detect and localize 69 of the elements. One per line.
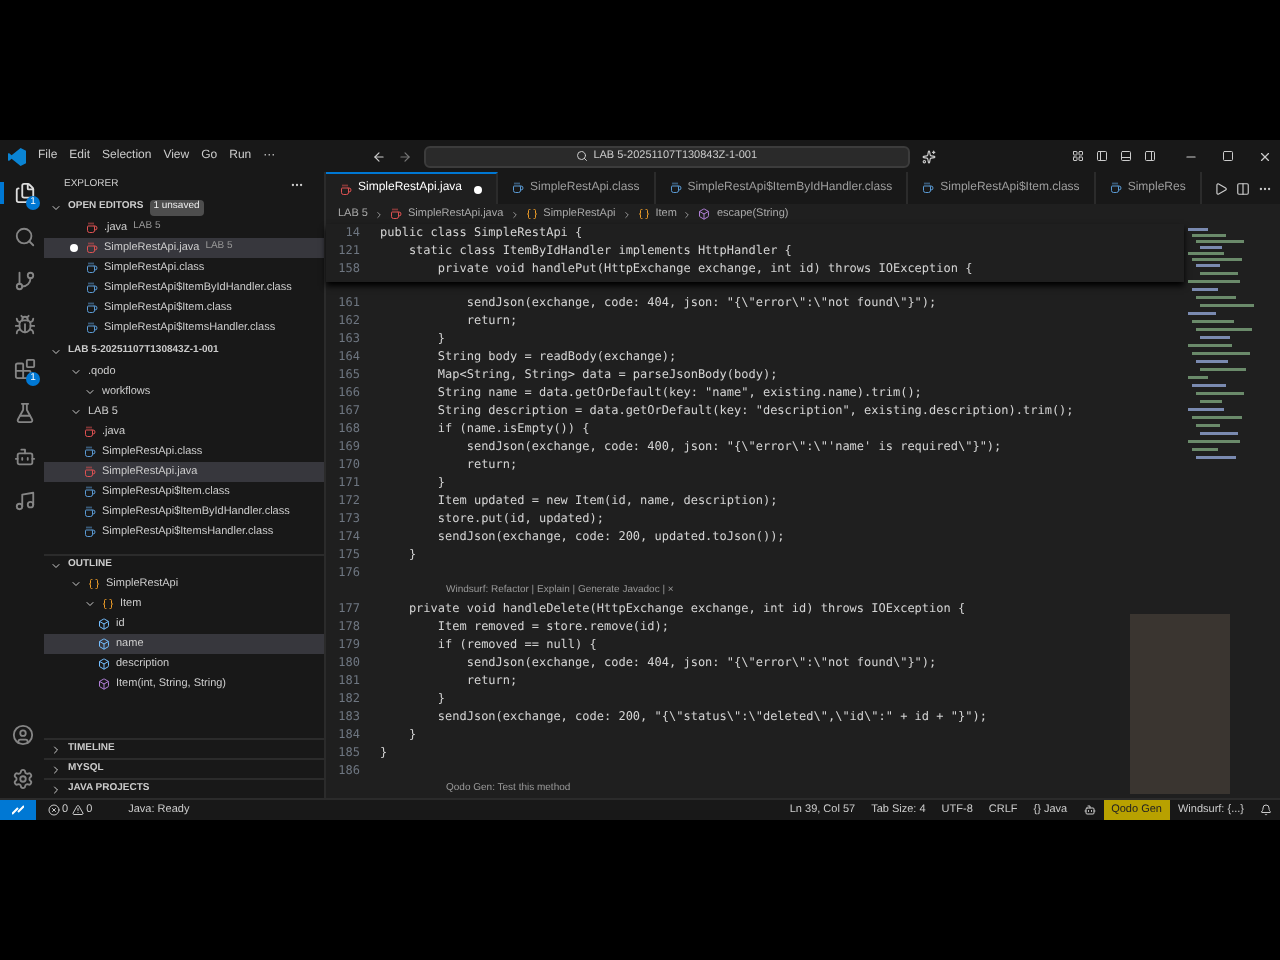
chevron-right-icon xyxy=(682,209,693,219)
blocks-icon xyxy=(13,358,35,380)
panel-bottom-icon[interactable] xyxy=(1120,150,1132,162)
split-editor-icon[interactable] xyxy=(1236,181,1250,195)
class-file-icon xyxy=(86,282,98,294)
branch-icon xyxy=(13,270,35,292)
chevron-down-icon[interactable] xyxy=(70,406,82,418)
chevron-down-icon[interactable] xyxy=(70,578,82,590)
bug-icon xyxy=(13,314,35,336)
chevron-down-icon xyxy=(50,346,62,358)
class-file-icon xyxy=(86,322,98,334)
panel-right-icon[interactable] xyxy=(1144,150,1156,162)
sparkle-icon[interactable] xyxy=(921,149,936,163)
forward-arrow-icon[interactable] xyxy=(397,149,412,163)
chevron-right-icon xyxy=(373,209,384,219)
class-file-icon xyxy=(84,446,96,458)
java-file-icon xyxy=(86,242,98,254)
class-file-icon xyxy=(669,182,682,194)
class-symbol-icon xyxy=(525,208,538,220)
files-icon xyxy=(13,182,35,204)
chevron-right-icon xyxy=(621,209,632,219)
music-note-icon xyxy=(13,490,35,512)
notification-bell-icon[interactable] xyxy=(1260,804,1272,816)
more-icon[interactable] xyxy=(290,178,304,192)
field-icon xyxy=(98,618,110,630)
class-symbol-icon xyxy=(102,598,114,610)
class-symbol-icon xyxy=(88,578,100,590)
chevron-down-icon xyxy=(50,202,62,214)
class-file-icon xyxy=(1109,182,1122,194)
class-file-icon xyxy=(84,486,96,498)
maximize-icon[interactable] xyxy=(1222,150,1234,162)
java-file-icon xyxy=(86,222,98,234)
class-file-icon xyxy=(84,526,96,538)
chevron-down-icon[interactable] xyxy=(84,386,96,398)
method-icon xyxy=(98,678,110,690)
settings-icon[interactable] xyxy=(11,768,33,790)
flask-icon xyxy=(13,402,35,424)
java-file-icon xyxy=(84,426,96,438)
warning-icon xyxy=(72,804,85,816)
close-icon[interactable] xyxy=(1258,149,1272,163)
chevron-down-icon[interactable] xyxy=(70,366,82,378)
class-file-icon xyxy=(86,302,98,314)
chevron-down-icon[interactable] xyxy=(84,598,96,610)
remote-icon xyxy=(12,804,24,816)
play-icon[interactable] xyxy=(1214,181,1228,195)
robot-icon xyxy=(13,446,35,468)
class-file-icon xyxy=(512,182,525,194)
class-file-icon xyxy=(922,182,935,194)
remote-button[interactable] xyxy=(0,800,36,820)
class-symbol-icon xyxy=(637,208,650,220)
chevron-down-icon xyxy=(50,559,62,571)
java-file-icon xyxy=(389,208,402,220)
account-icon[interactable] xyxy=(11,724,33,746)
class-file-icon xyxy=(86,262,98,274)
search-icon xyxy=(575,150,588,162)
panel-left-icon[interactable] xyxy=(1096,150,1108,162)
back-arrow-icon[interactable] xyxy=(371,149,386,163)
search-icon xyxy=(13,226,35,248)
layout-icon[interactable] xyxy=(1072,150,1084,162)
method-icon xyxy=(698,208,711,220)
field-icon xyxy=(98,638,110,650)
app-logo-icon xyxy=(8,147,26,165)
class-file-icon xyxy=(84,506,96,518)
chevron-right-icon xyxy=(509,209,520,219)
java-file-icon xyxy=(84,466,96,478)
robot-icon[interactable] xyxy=(1083,804,1096,816)
field-icon xyxy=(98,658,110,670)
java-file-icon xyxy=(340,183,352,195)
error-icon xyxy=(48,804,60,816)
